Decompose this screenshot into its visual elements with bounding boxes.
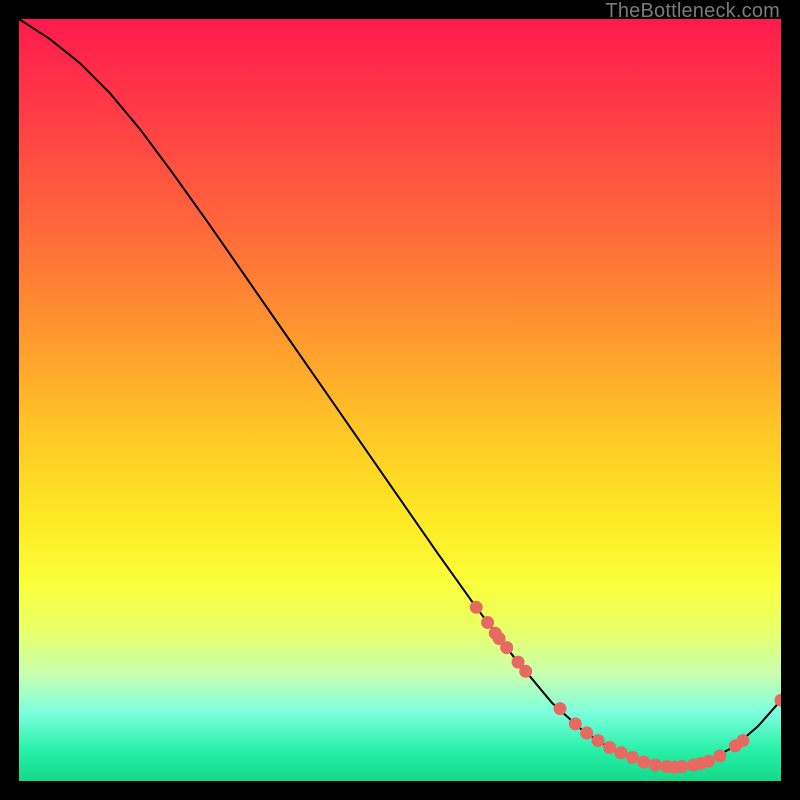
bottleneck-curve (19, 19, 781, 767)
dot (554, 703, 566, 715)
plot-area (19, 19, 781, 781)
dot (482, 617, 494, 629)
dot (569, 718, 581, 730)
dot (615, 747, 627, 759)
chart-overlay (19, 19, 781, 781)
dot (626, 751, 638, 763)
dot (501, 642, 513, 654)
dot (470, 601, 482, 613)
dot (604, 742, 616, 754)
dot (775, 694, 781, 706)
chart-stage: TheBottleneck.com (0, 0, 800, 800)
dot (714, 750, 726, 762)
dot (638, 756, 650, 768)
highlight-dots (470, 601, 781, 773)
dot (676, 761, 688, 773)
dot (520, 665, 532, 677)
dot (737, 735, 749, 747)
dot (649, 759, 661, 771)
dot (592, 735, 604, 747)
dot (581, 727, 593, 739)
dot (703, 755, 715, 767)
